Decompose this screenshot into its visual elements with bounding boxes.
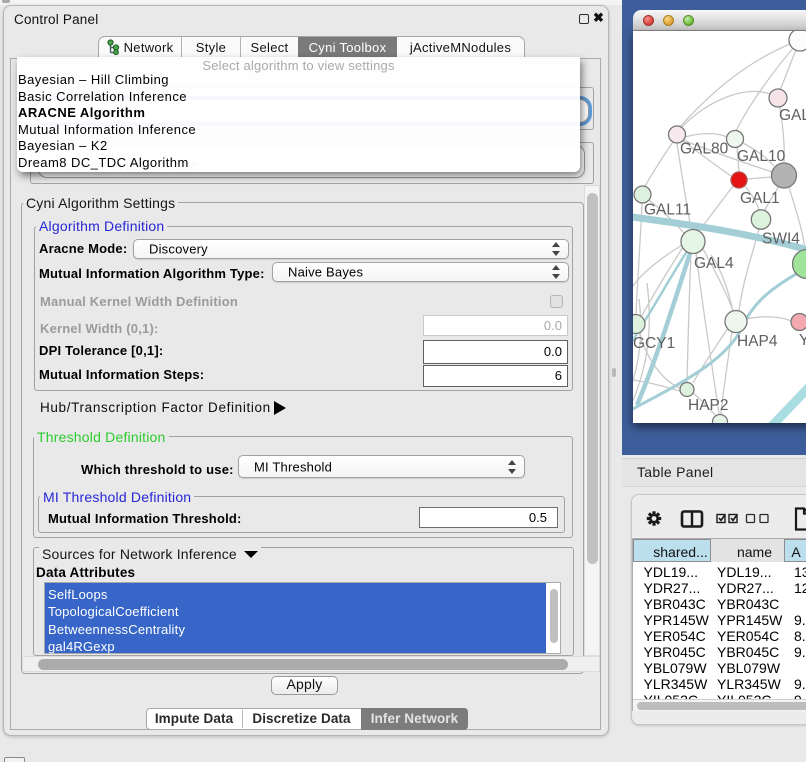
svg-text:GAL4: GAL4 <box>694 255 734 272</box>
svg-text:GAL7: GAL7 <box>779 107 806 124</box>
svg-text:GAL10: GAL10 <box>737 148 786 165</box>
svg-text:HAP2: HAP2 <box>688 397 729 414</box>
svg-text:HAP4: HAP4 <box>737 333 778 350</box>
svg-text:GAL1: GAL1 <box>740 190 780 207</box>
svg-text:YJ: YJ <box>799 332 806 349</box>
svg-text:SWI4: SWI4 <box>762 231 800 248</box>
svg-text:GAL11: GAL11 <box>644 202 691 219</box>
svg-text:GAL80: GAL80 <box>680 141 729 158</box>
svg-text:GCY1: GCY1 <box>633 335 675 352</box>
